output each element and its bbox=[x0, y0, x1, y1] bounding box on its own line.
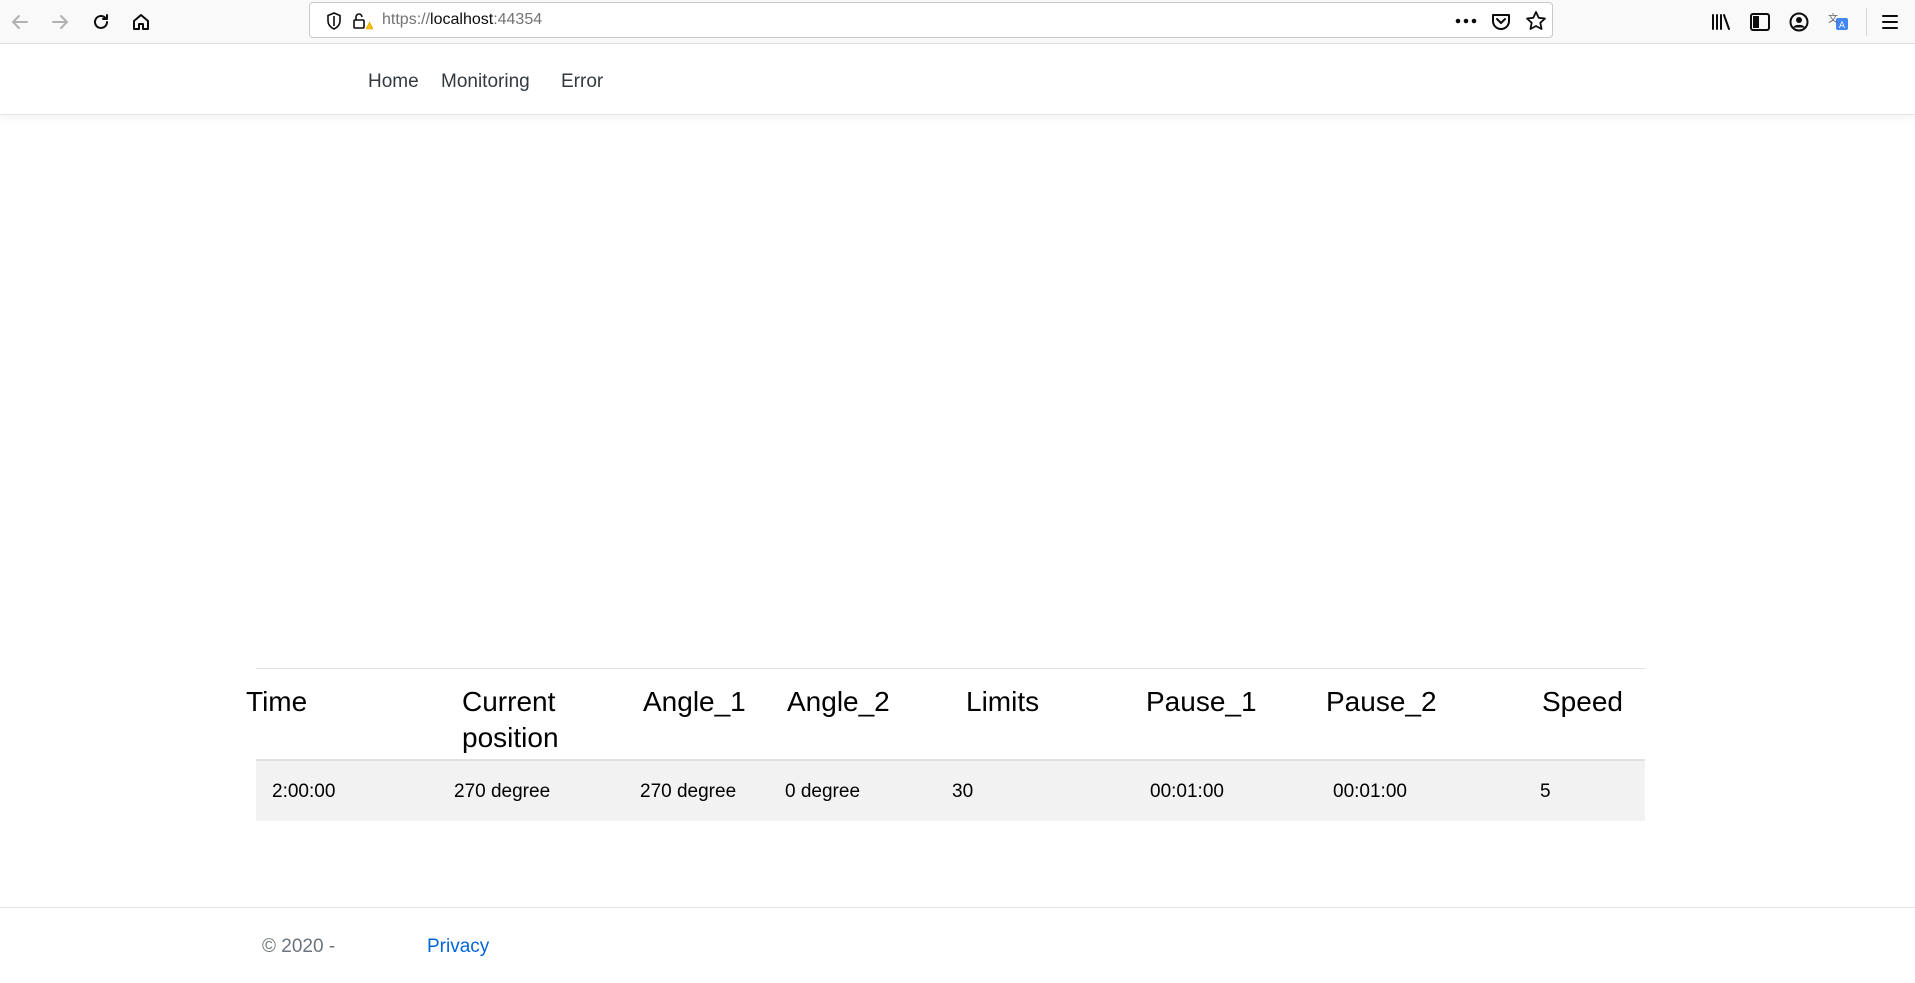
svg-text:文: 文 bbox=[1828, 12, 1838, 25]
privacy-link[interactable]: Privacy bbox=[427, 936, 489, 958]
back-button[interactable] bbox=[4, 6, 36, 38]
url-host: localhost bbox=[430, 11, 494, 28]
reload-button[interactable] bbox=[85, 6, 117, 38]
account-button[interactable] bbox=[1783, 6, 1815, 38]
nav-link-error[interactable]: Error bbox=[561, 71, 603, 93]
more-actions-icon[interactable] bbox=[1455, 18, 1477, 24]
cell-speed: 5 bbox=[1540, 781, 1551, 802]
shield-icon[interactable] bbox=[326, 12, 342, 30]
table-top-border bbox=[256, 668, 1645, 669]
nav-link-monitoring[interactable]: Monitoring bbox=[441, 71, 530, 93]
translate-button[interactable]: A文 bbox=[1823, 6, 1855, 38]
cell-angle-2: 0 degree bbox=[785, 781, 861, 802]
url-scheme: https:// bbox=[382, 11, 431, 28]
header-angle-1: Angle_1 bbox=[643, 686, 746, 717]
header-speed: Speed bbox=[1542, 686, 1623, 717]
header-pause-1: Pause_1 bbox=[1146, 686, 1257, 717]
url-port: :44354 bbox=[493, 11, 543, 28]
sidebar-icon bbox=[1750, 13, 1770, 31]
cell-pause-2: 00:01:00 bbox=[1333, 781, 1407, 802]
hamburger-menu-icon bbox=[1882, 15, 1898, 29]
cell-current-position: 270 degree bbox=[454, 781, 551, 802]
reload-icon bbox=[94, 14, 108, 29]
menu-button[interactable] bbox=[1874, 6, 1906, 38]
header-angle-2: Angle_2 bbox=[787, 686, 890, 717]
arrow-left-icon bbox=[12, 15, 28, 29]
cell-time: 2:00:00 bbox=[272, 781, 336, 802]
library-icon bbox=[1712, 14, 1730, 30]
library-button[interactable] bbox=[1705, 6, 1737, 38]
nav-link-home[interactable]: Home bbox=[368, 71, 419, 93]
header-current-position: Current position bbox=[462, 686, 559, 753]
header-time: Time bbox=[246, 686, 308, 717]
footer-copyright: © 2020 - bbox=[262, 936, 336, 957]
browser-toolbar: https://localhost:44354 A文 bbox=[0, 0, 1915, 44]
account-icon bbox=[1789, 12, 1809, 32]
header-limits: Limits bbox=[966, 686, 1040, 717]
url-text[interactable]: https://localhost:44354 bbox=[382, 11, 542, 29]
header-pause-2: Pause_2 bbox=[1326, 686, 1437, 717]
pocket-icon[interactable] bbox=[1491, 11, 1511, 31]
cell-pause-1: 00:01:00 bbox=[1150, 781, 1224, 802]
cell-limits: 30 bbox=[952, 781, 974, 802]
insecure-lock-icon[interactable] bbox=[353, 12, 373, 30]
site-navbar: Home Monitoring Error bbox=[0, 44, 1915, 115]
forward-button[interactable] bbox=[44, 6, 76, 38]
address-bar[interactable]: https://localhost:44354 bbox=[309, 2, 1553, 38]
arrow-right-icon bbox=[52, 15, 68, 29]
home-button[interactable] bbox=[125, 6, 157, 38]
cell-angle-1: 270 degree bbox=[640, 781, 737, 802]
translate-icon: A文 bbox=[1828, 12, 1848, 31]
svg-text:A: A bbox=[1839, 21, 1846, 31]
toolbar-separator bbox=[1866, 8, 1867, 36]
sidebar-button[interactable] bbox=[1744, 6, 1776, 38]
footer-divider bbox=[0, 907, 1915, 908]
bookmark-star-icon[interactable] bbox=[1525, 10, 1547, 32]
home-icon bbox=[133, 14, 149, 30]
